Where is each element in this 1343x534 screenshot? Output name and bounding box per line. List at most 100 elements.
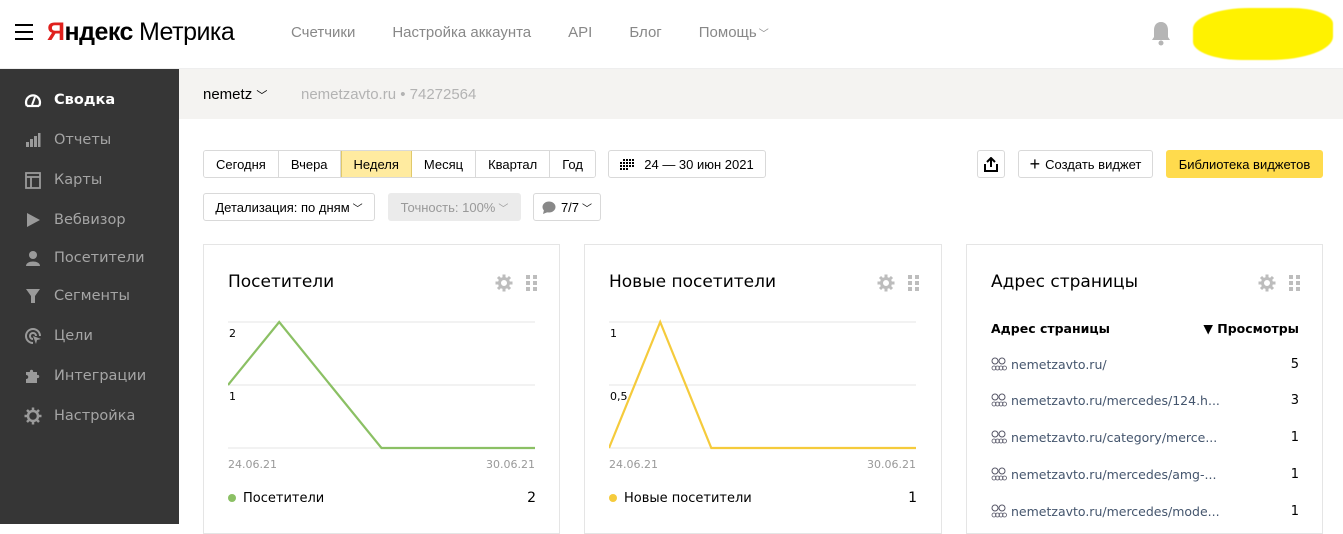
sidebar-item-visitors[interactable]: Посетители — [0, 241, 179, 275]
sidebar-item-reports[interactable]: Отчеты — [0, 123, 179, 157]
period-year[interactable]: Год — [550, 151, 595, 177]
segments-select[interactable]: 7/7 ﹀ — [533, 193, 601, 221]
sidebar-item-label: Сегменты — [54, 288, 130, 304]
create-widget-label: Создать виджет — [1045, 156, 1142, 172]
nav-api[interactable]: API — [568, 24, 592, 41]
logo[interactable]: Яндекс Метрика — [47, 18, 235, 47]
speech-bubble-icon — [542, 201, 556, 214]
period-quarter[interactable]: Квартал — [476, 151, 551, 177]
period-week[interactable]: Неделя — [340, 151, 412, 177]
visitors-chart: 2 1 24.06.21 30.06.21 — [228, 320, 535, 471]
widget-title: Новые посетители — [609, 272, 777, 292]
sidebar-item-segments[interactable]: Сегменты — [0, 279, 179, 313]
detail-select[interactable]: Детализация: по дням ﹀ — [203, 193, 375, 221]
page-url-link[interactable]: nemetzavto.ru/mercedes/mode... — [1011, 504, 1220, 519]
legend-total: 2 — [527, 490, 536, 506]
period-selector: Сегодня Вчера Неделя Месяц Квартал Год — [203, 150, 596, 178]
page-url-link[interactable]: nemetzavto.ru/ — [1011, 357, 1107, 372]
user-account-redacted[interactable] — [1193, 8, 1333, 60]
counter-header: nemetz ﹀ nemetzavto.ru • 74272564 — [179, 69, 1343, 119]
sidebar-item-label: Настройка — [54, 408, 136, 424]
segments-label: 7/7 — [560, 199, 580, 215]
detail-label: Детализация: по дням — [215, 199, 350, 215]
x-tick-label: 24.06.21 — [609, 458, 658, 471]
widget-library-button[interactable]: Библиотека виджетов — [1166, 150, 1323, 178]
sidebar-item-maps[interactable]: Карты — [0, 163, 179, 197]
chevron-down-icon: ﹀ — [256, 90, 268, 102]
date-range-label: 24 — 30 июн 2021 — [644, 156, 754, 172]
table-row: nemetzavto.ru/mercedes/mode... 1 — [991, 500, 1299, 522]
period-today[interactable]: Сегодня — [204, 151, 279, 177]
logo-ya: Я — [47, 18, 65, 46]
period-yesterday[interactable]: Вчера — [278, 151, 341, 177]
sidebar-item-integrations[interactable]: Интеграции — [0, 359, 179, 393]
export-button[interactable] — [977, 150, 1005, 178]
menu-burger-icon[interactable] — [15, 24, 33, 40]
legend-label: Посетители — [243, 490, 325, 506]
dashboard-gauge-icon — [24, 91, 42, 109]
gear-icon — [24, 407, 42, 425]
chevron-down-icon: ﹀ — [582, 203, 593, 215]
page-views-value: 3 — [1290, 392, 1299, 408]
sidebar-item-label: Вебвизор — [54, 212, 126, 228]
play-icon — [24, 211, 42, 229]
site-favicon-icon — [991, 393, 1007, 407]
sidebar-item-webvisor[interactable]: Вебвизор — [0, 203, 179, 237]
table-row: nemetzavto.ru/mercedes/124.h... 3 — [991, 389, 1299, 411]
page-views-value: 1 — [1290, 503, 1299, 519]
site-favicon-icon — [991, 430, 1007, 444]
sidebar-item-goals[interactable]: Цели — [0, 319, 179, 353]
gear-icon[interactable] — [877, 274, 895, 292]
legend-total: 1 — [908, 490, 917, 506]
x-tick-label: 30.06.21 — [486, 458, 535, 471]
calendar-grid-icon — [620, 158, 635, 170]
widget-title: Посетители — [228, 272, 335, 292]
page-views-value: 5 — [1290, 356, 1299, 372]
puzzle-icon — [24, 367, 42, 385]
create-widget-button[interactable]: + Создать виджет — [1018, 150, 1153, 178]
bar-chart-icon — [24, 131, 42, 149]
target-cursor-icon — [24, 327, 42, 345]
widget-new-visitors: Новые посетители 1 0,5 24.06.21 30.06.21 Но… — [584, 244, 942, 534]
logo-product: Метрика — [138, 18, 235, 46]
page-url-link[interactable]: nemetzavto.ru/mercedes/amg-... — [1011, 467, 1216, 482]
table-row: nemetzavto.ru/5 — [991, 353, 1299, 375]
table-row: nemetzavto.ru/category/merce... 1 — [991, 426, 1299, 448]
sidebar-item-label: Карты — [54, 172, 103, 188]
user-icon — [24, 249, 42, 267]
table-header: Адрес страницы ▼ Просмотры — [991, 321, 1299, 336]
nav-counters[interactable]: Счетчики — [291, 24, 355, 41]
date-range-button[interactable]: 24 — 30 июн 2021 — [608, 150, 766, 178]
drag-handle-icon[interactable] — [1289, 275, 1300, 291]
chevron-down-icon: ﹀ — [498, 203, 509, 215]
counter-selector[interactable]: nemetz ﹀ — [203, 86, 267, 103]
counter-name: nemetz — [203, 86, 253, 103]
chart-legend: Посетители 2 — [228, 490, 536, 506]
gear-icon[interactable] — [1258, 274, 1276, 292]
widget-page-address: Адрес страницы Адрес страницы ▼ Просмотр… — [966, 244, 1323, 534]
page-url-link[interactable]: nemetzavto.ru/mercedes/124.h... — [1011, 393, 1220, 408]
gear-icon[interactable] — [495, 274, 513, 292]
top-bar: Яндекс Метрика Счетчики Настройка аккаунт… — [0, 0, 1343, 69]
nav-help[interactable]: Помощь ﹀ — [699, 24, 769, 41]
site-favicon-icon — [991, 357, 1007, 371]
bell-icon[interactable] — [1151, 20, 1171, 46]
column-header-views[interactable]: ▼ Просмотры — [1203, 321, 1299, 336]
drag-handle-icon[interactable] — [526, 275, 537, 291]
sidebar: Сводка Отчеты Карты Вебвизор Посетители … — [0, 69, 179, 524]
legend-label: Новые посетители — [624, 490, 752, 506]
sidebar-item-settings[interactable]: Настройка — [0, 399, 179, 433]
column-header-page[interactable]: Адрес страницы — [991, 321, 1110, 336]
period-month[interactable]: Месяц — [411, 151, 477, 177]
drag-handle-icon[interactable] — [908, 275, 919, 291]
y-tick-label: 1 — [610, 327, 617, 340]
chevron-down-icon: ﹀ — [758, 29, 769, 40]
sidebar-item-summary[interactable]: Сводка — [0, 83, 179, 117]
page-url-link[interactable]: nemetzavto.ru/category/merce... — [1011, 430, 1217, 445]
nav-blog[interactable]: Блог — [629, 24, 661, 41]
nav-account-settings[interactable]: Настройка аккаунта — [392, 24, 531, 41]
counter-site-info: nemetzavto.ru • 74272564 — [301, 86, 477, 103]
sidebar-item-label: Посетители — [54, 250, 145, 266]
accuracy-select[interactable]: Точность: 100% ﹀ — [388, 193, 521, 221]
page-views-value: 1 — [1290, 466, 1299, 482]
